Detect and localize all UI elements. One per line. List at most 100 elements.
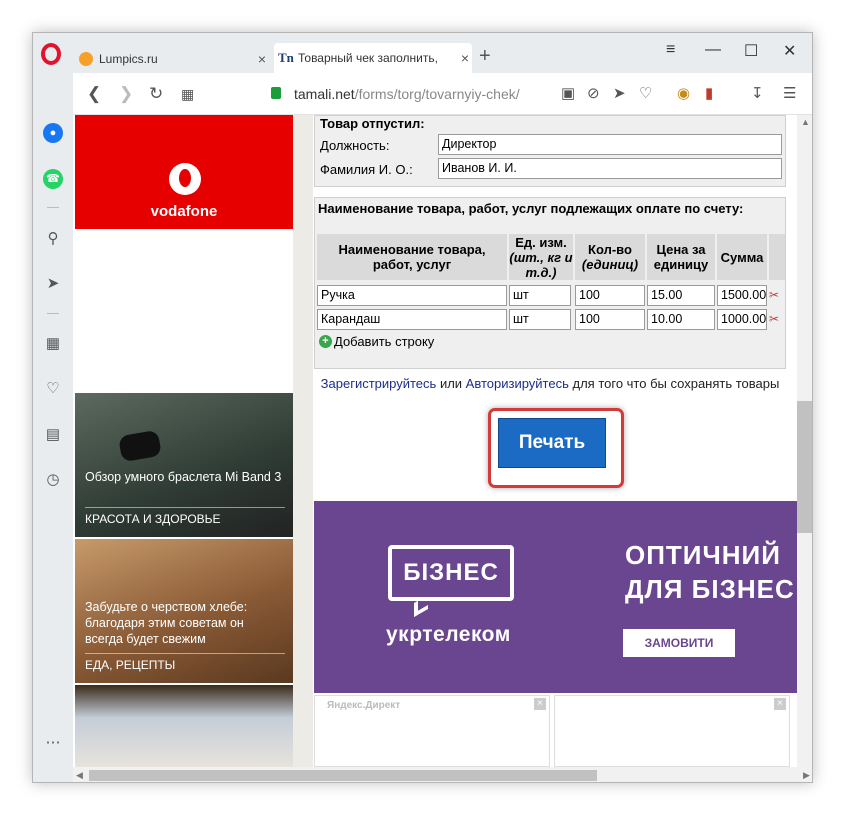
fitness-band-image <box>118 429 162 463</box>
article-card[interactable]: Обзор умного браслета Mi Band 3 КРАСОТА … <box>75 393 293 537</box>
row-unit-field[interactable]: шт <box>509 309 571 330</box>
ad-headline: ОПТИЧНИЙ ДЛЯ БІЗНЕС <box>625 538 795 606</box>
delete-row-scissors-icon[interactable]: ✂ <box>769 288 779 302</box>
row-price-field[interactable]: 15.00 <box>647 285 715 306</box>
ad-headline-1: ОПТИЧНИЙ <box>625 540 781 570</box>
released-title: Товар отпустил: <box>320 116 425 131</box>
tabs-grid-icon[interactable]: ▦ <box>181 86 194 103</box>
row-unit-field[interactable]: шт <box>509 285 571 306</box>
card-title: Забудьте о черством хлебе: благодаря эти… <box>85 600 248 646</box>
ad-bubble-text: БІЗНЕС <box>388 545 514 601</box>
goods-panel: Наименование товара, работ, услуг подлеж… <box>314 197 786 369</box>
opera-logo-icon[interactable] <box>41 43 61 65</box>
add-row-button[interactable]: + Добавить строку <box>319 334 434 349</box>
scroll-left-icon[interactable]: ◀ <box>76 770 83 781</box>
download-icon[interactable]: ↧ <box>751 84 764 102</box>
close-window-icon[interactable]: ✕ <box>783 41 796 61</box>
close-tab-icon[interactable]: × <box>255 51 269 67</box>
camera-icon[interactable]: ▣ <box>561 84 575 102</box>
row-sum-field[interactable]: 1500.00 <box>717 285 767 306</box>
tab-title: Товарный чек заполнить, <box>298 51 438 65</box>
register-prompt: Зарегистрируйтесь или Авторизируйтесь дл… <box>314 376 786 392</box>
tab-tamali[interactable]: Tn Товарный чек заполнить, × <box>274 43 472 73</box>
send-icon[interactable]: ➤ <box>43 274 63 294</box>
url-domain: tamali.net <box>294 86 355 102</box>
new-tab-button[interactable]: + <box>479 45 491 68</box>
url-field[interactable]: tamali.net/forms/torg/tovarnyiy-chek/ <box>294 86 520 102</box>
col-qty-header: Кол-во (единиц) <box>575 234 645 280</box>
col-qty-main: Кол-во <box>588 242 632 257</box>
row-name-field[interactable]: Ручка <box>317 285 507 306</box>
adblock-icon[interactable]: ⊘ <box>587 84 600 102</box>
history-icon[interactable]: ◷ <box>43 470 63 490</box>
row-sum-field[interactable]: 1000.00 <box>717 309 767 330</box>
ad-order-button[interactable]: ЗАМОВИТИ <box>623 629 735 657</box>
row-name-field[interactable]: Карандаш <box>317 309 507 330</box>
back-icon[interactable]: ❮ <box>87 84 101 104</box>
add-row-label: Добавить строку <box>334 334 435 349</box>
send-icon[interactable]: ➤ <box>613 84 626 102</box>
login-link[interactable]: Авторизируйтесь <box>466 376 569 391</box>
col-unit-sub: (шт., кг и т.д.) <box>509 249 573 280</box>
yandex-ad-slot[interactable]: × <box>554 695 790 767</box>
article-card[interactable]: Забудьте о черством хлебе: благодаря эти… <box>75 539 293 683</box>
register-tail-text: для того что бы сохранять товары <box>572 376 780 391</box>
row-qty-field[interactable]: 100 <box>575 309 645 330</box>
delete-row-scissors-icon[interactable]: ✂ <box>769 312 779 326</box>
col-sum-header: Сумма <box>717 234 767 280</box>
article-card[interactable] <box>75 685 293 767</box>
tab-menu-icon[interactable]: ≡ <box>666 41 675 59</box>
maximize-icon[interactable]: ☐ <box>744 41 758 61</box>
vertical-scroll-thumb[interactable] <box>797 401 812 533</box>
close-tab-icon[interactable]: × <box>458 50 472 66</box>
heart-icon[interactable]: ♡ <box>639 84 652 102</box>
left-ad-column: vodafone Обзор умного браслета Mi Band 3… <box>73 115 293 767</box>
name-field[interactable]: Иванов И. И. <box>438 158 782 179</box>
horizontal-scroll-thumb[interactable] <box>89 770 597 781</box>
secure-lock-icon[interactable] <box>271 87 281 99</box>
print-button[interactable]: Печать <box>498 418 606 468</box>
col-qty-sub: (единиц) <box>581 257 639 272</box>
lumpics-favicon-icon <box>79 52 93 66</box>
row-qty-field[interactable]: 100 <box>575 285 645 306</box>
row-price-field[interactable]: 10.00 <box>647 309 715 330</box>
add-plus-icon: + <box>319 335 332 348</box>
minimize-icon[interactable]: — <box>705 41 721 59</box>
card-category: КРАСОТА И ЗДОРОВЬЕ <box>85 507 285 526</box>
page-gutter <box>293 115 313 767</box>
close-ad-icon[interactable]: × <box>774 698 786 710</box>
extension-off-icon[interactable]: ◉ <box>677 84 690 102</box>
opera-sidebar: ● ☎ ⚲ ➤ ▦ ♡ ▤ ◷ ⋯ <box>33 73 73 782</box>
yandex-ad-slot[interactable]: Яндекс.Директ × <box>314 695 550 767</box>
scroll-up-icon[interactable]: ▲ <box>801 117 810 127</box>
horizontal-scrollbar[interactable]: ◀ ▶ <box>73 767 812 782</box>
scroll-right-icon[interactable]: ▶ <box>803 770 810 781</box>
easy-setup-icon[interactable]: ☰ <box>783 84 796 102</box>
card-category: ЕДА, РЕЦЕПТЫ <box>85 653 285 672</box>
position-field[interactable]: Директор <box>438 134 782 155</box>
col-name-header: Наименование товара, работ, услуг <box>317 234 507 280</box>
ad-headline-2: ДЛЯ БІЗНЕС <box>625 574 795 604</box>
ukrtelecom-ad[interactable]: БІЗНЕС укртелеком ОПТИЧНИЙ ДЛЯ БІЗНЕС ЗАМ… <box>314 501 797 693</box>
close-ad-icon[interactable]: × <box>534 698 546 710</box>
heart-icon[interactable]: ♡ <box>43 379 63 399</box>
or-text: или <box>439 376 463 391</box>
col-price-header: Цена за единицу <box>647 234 715 280</box>
tab-lumpics[interactable]: Lumpics.ru × <box>79 45 269 73</box>
tab-title: Lumpics.ru <box>99 52 158 66</box>
whatsapp-icon[interactable]: ☎ <box>43 169 63 189</box>
forward-icon[interactable]: ❯ <box>119 84 133 104</box>
vodafone-ad[interactable]: vodafone <box>75 115 293 229</box>
messenger-icon[interactable]: ● <box>43 123 63 143</box>
reload-icon[interactable]: ↻ <box>149 84 163 104</box>
speed-dial-icon[interactable]: ▦ <box>43 334 63 354</box>
more-icon[interactable]: ⋯ <box>43 733 63 753</box>
search-icon[interactable]: ⚲ <box>43 229 63 249</box>
vertical-scrollbar[interactable]: ▲ <box>797 115 812 767</box>
url-path: /forms/torg/tovarnyiy-chek/ <box>354 86 520 102</box>
news-icon[interactable]: ▤ <box>43 425 63 445</box>
print-highlight: Печать <box>488 408 624 488</box>
goods-title: Наименование товара, работ, услуг подлеж… <box>318 201 744 216</box>
register-link[interactable]: Зарегистрируйтесь <box>321 376 437 391</box>
extension-book-icon[interactable]: ▮ <box>705 84 713 102</box>
